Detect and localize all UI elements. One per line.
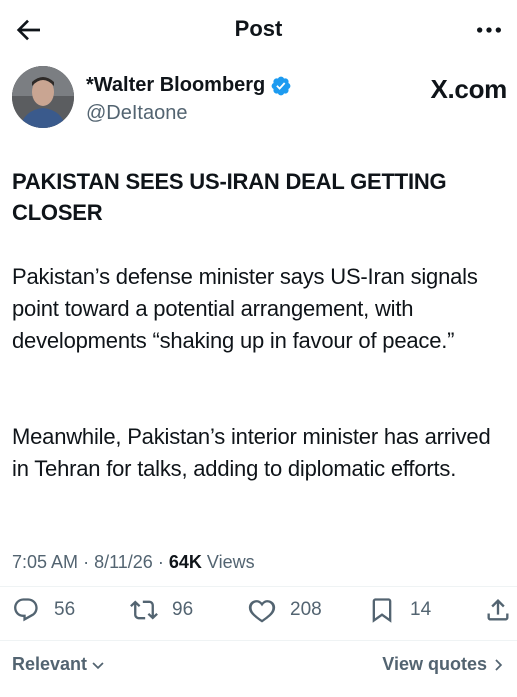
handle[interactable]: @DeItaone [86,102,187,125]
divider [0,640,517,641]
like-button[interactable]: 208 [248,596,322,624]
replies-header: Relevant View quotes [0,652,517,682]
reply-count: 56 [54,599,76,620]
post-paragraph-2: Meanwhile, Pakistan’s interior minister … [12,424,491,481]
avatar[interactable] [12,66,74,128]
repost-icon [130,600,158,620]
divider [0,586,517,587]
more-button[interactable] [473,14,505,46]
meta-separator: · [157,552,164,572]
reply-icon [14,598,38,622]
post-headline: PAKISTAN SEES US-IRAN DEAL GETTING CLOSE… [12,169,447,225]
views-count: 64K [168,552,202,572]
more-horizontal-icon [477,27,501,33]
post-date[interactable]: 8/11/26 [94,552,153,572]
share-icon [487,599,509,621]
heart-icon [248,600,276,623]
repost-count: 96 [172,599,194,620]
page-title: Post [234,16,283,41]
post-meta: 7:05 AM · 8/11/26 · 64K Views [12,552,255,573]
avatar-photo [12,66,74,128]
reply-button[interactable]: 56 [12,596,75,624]
post-time[interactable]: 7:05 AM [12,552,78,572]
chevron-down-icon [92,661,104,669]
view-quotes-link[interactable]: View quotes [382,654,505,675]
sort-dropdown[interactable]: Relevant [12,654,105,675]
views-label: Views [206,552,255,572]
chevron-right-icon [495,658,503,671]
view-quotes-label: View quotes [382,654,487,674]
bookmark-button[interactable]: 14 [368,596,431,624]
meta-separator: · [83,552,90,572]
post-paragraph-1: Pakistan’s defense minister says US-Iran… [12,264,478,353]
bookmark-icon [372,598,392,623]
name-row: *Walter Bloomberg [86,74,292,97]
action-bar: 56 96 208 14 [0,592,517,632]
brand-logo: X.com [430,74,507,104]
like-count: 208 [290,599,322,620]
top-bar: Post [0,0,517,60]
bookmark-count: 14 [410,599,432,620]
sort-label: Relevant [12,654,88,674]
display-name[interactable]: *Walter Bloomberg [86,74,265,97]
verified-badge-icon [271,76,291,95]
share-button[interactable] [484,596,512,624]
author-row: *Walter Bloomberg @DeItaone X.com [12,66,507,132]
repost-button[interactable]: 96 [130,596,193,624]
